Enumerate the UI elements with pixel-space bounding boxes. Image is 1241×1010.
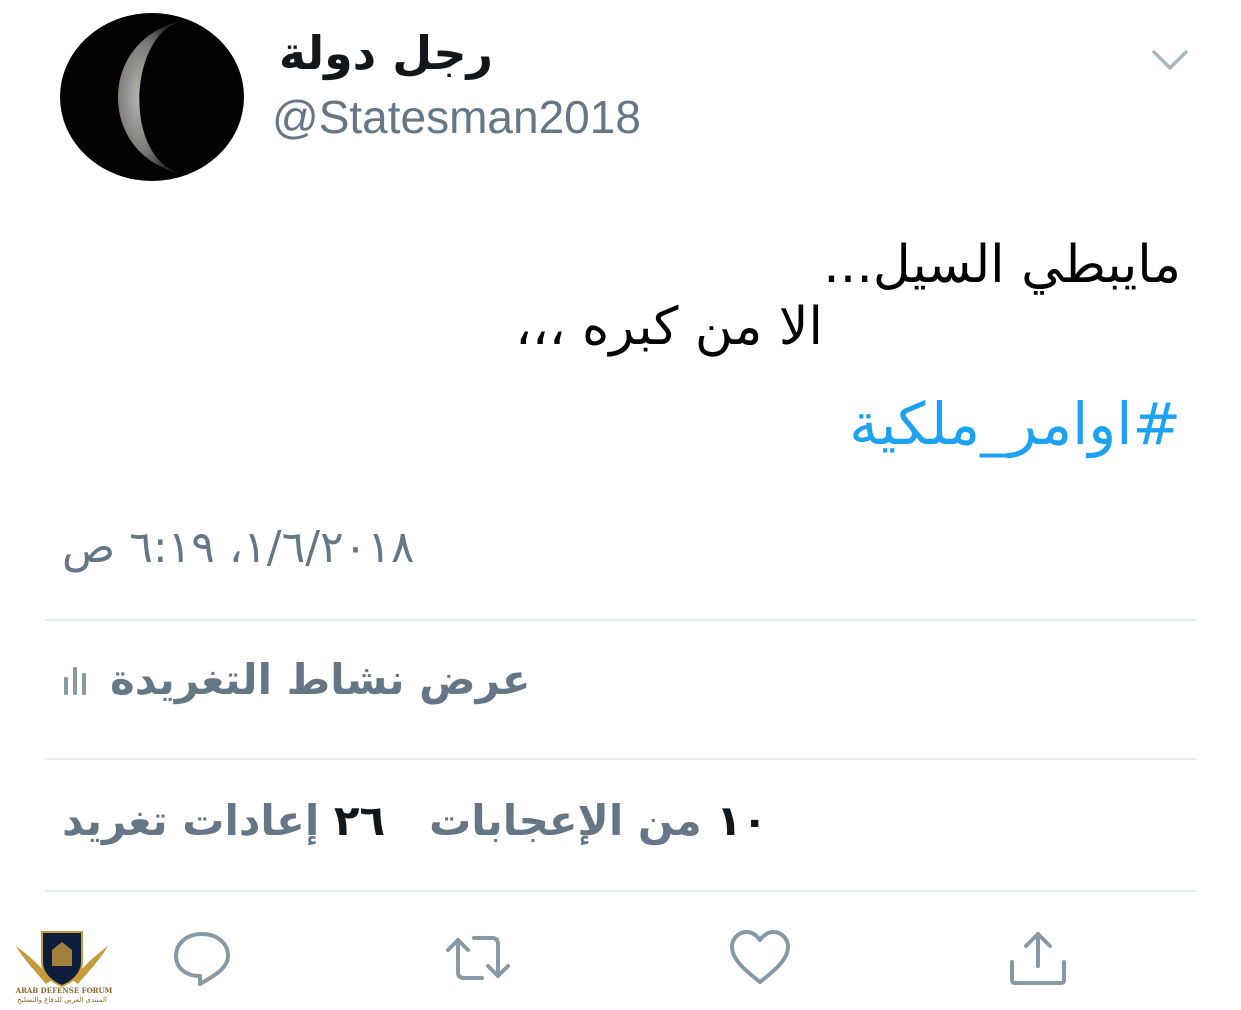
chevron-down-icon[interactable] xyxy=(1150,46,1190,74)
tweet-activity-label: عرض نشاط التغريدة xyxy=(110,655,531,704)
divider xyxy=(45,890,1196,892)
display-name[interactable]: رجل دولة xyxy=(279,26,493,80)
tweet-line-1: مايبطي السيل... xyxy=(823,235,1181,295)
tweet-line-2: الا من كبره ،،، xyxy=(515,297,823,357)
tweet-stats: ١٠ من الإعجابات ٢٦ إعادات تغريد xyxy=(62,796,768,845)
retweets-count[interactable]: ٢٦ xyxy=(334,796,385,845)
logo-text: DA xyxy=(54,972,71,983)
divider xyxy=(45,619,1196,621)
share-icon[interactable] xyxy=(1006,928,1070,988)
retweets-label[interactable]: إعادات تغريد xyxy=(62,796,319,845)
like-icon[interactable] xyxy=(728,928,792,988)
retweet-icon[interactable] xyxy=(446,928,510,988)
avatar[interactable] xyxy=(60,13,244,181)
crescent-moon-image xyxy=(118,21,182,173)
watermark-name: ARAB DEFENSE FORUM xyxy=(15,986,113,995)
likes-label[interactable]: من الإعجابات xyxy=(429,796,702,845)
user-handle[interactable]: @Statesman2018 xyxy=(272,90,641,144)
analytics-icon xyxy=(64,666,86,695)
view-tweet-activity[interactable]: عرض نشاط التغريدة xyxy=(62,655,530,704)
divider xyxy=(45,758,1196,760)
tweet-text: مايبطي السيل... الا من كبره ،،، xyxy=(281,232,1181,360)
reply-icon[interactable] xyxy=(170,928,234,988)
watermark-subtitle: المنتدى العربي للدفاع والتسليح xyxy=(17,996,107,1004)
tweet-timestamp[interactable]: ١/٦/٢٠١٨، ٦:١٩ ص xyxy=(62,522,415,573)
hashtag-link[interactable]: #اوامر_ملكية xyxy=(849,390,1181,458)
likes-count[interactable]: ١٠ xyxy=(716,796,767,845)
